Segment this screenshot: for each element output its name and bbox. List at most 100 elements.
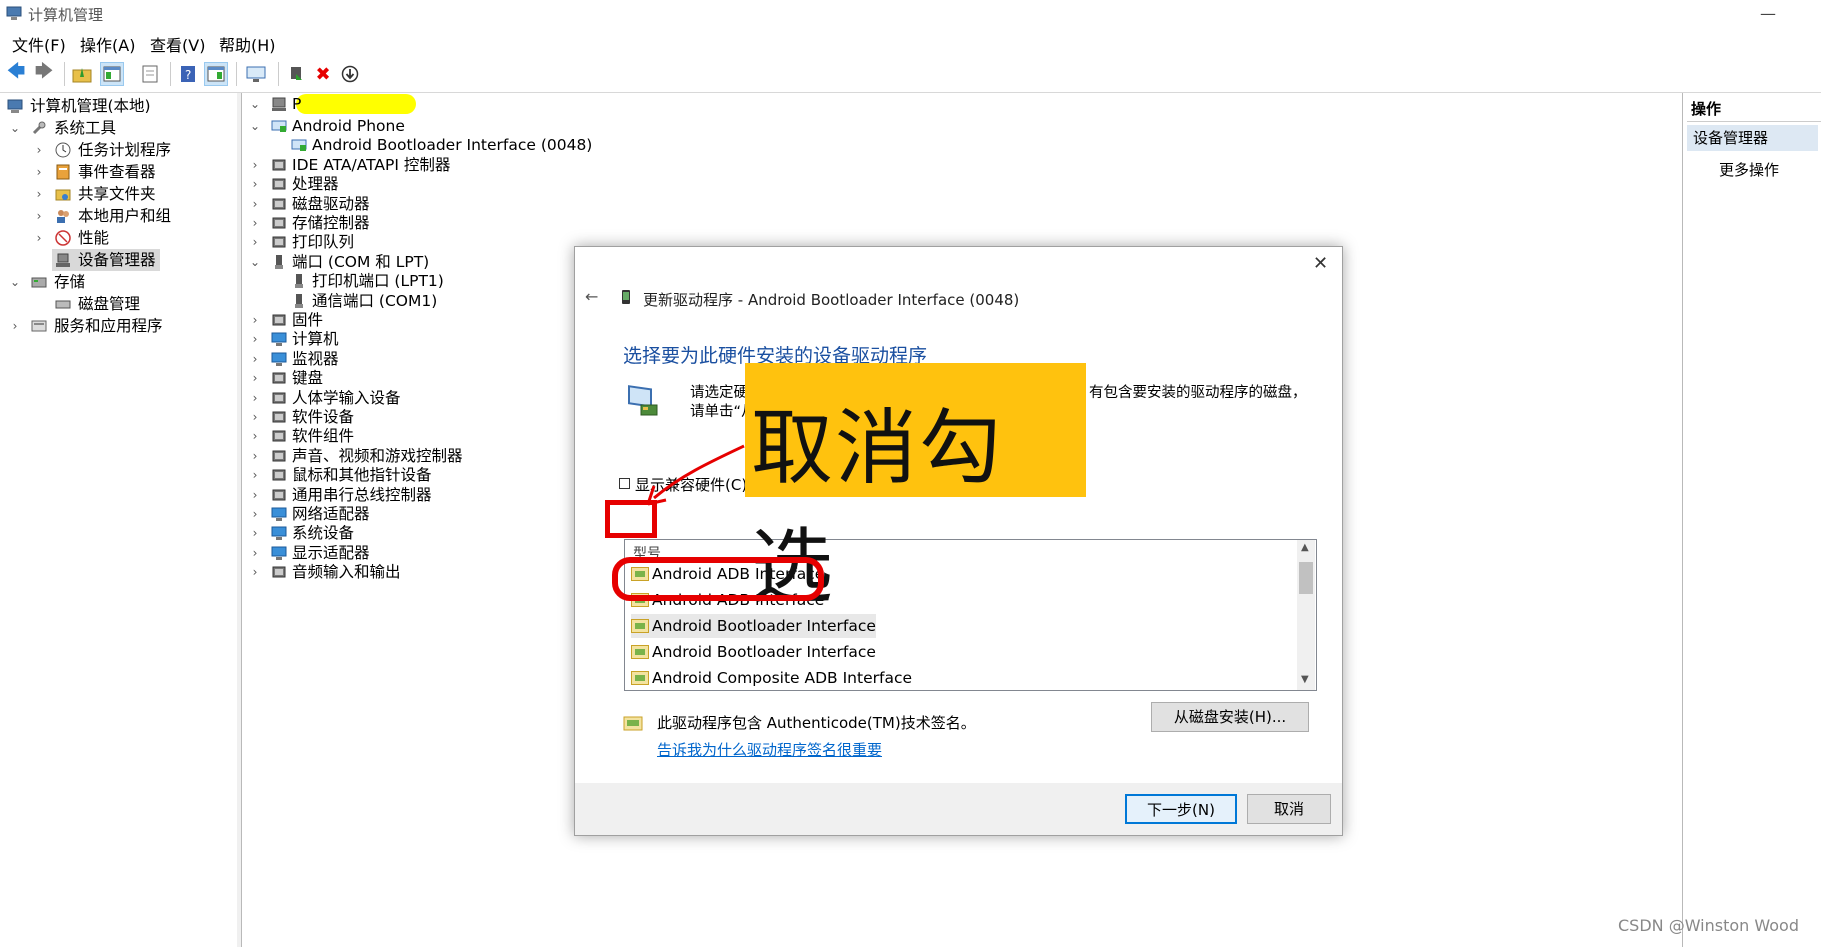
chevron-down-icon[interactable]: ⌄ [8,117,22,139]
tree-root[interactable]: 计算机管理(本地) [4,95,234,117]
driver-signing-link[interactable]: 告诉我为什么驱动程序签名很重要 [657,739,882,760]
more-actions-link[interactable]: 更多操作 [1719,159,1779,180]
chevron-right-icon[interactable]: › [248,561,262,583]
tree-system-tools[interactable]: ⌄ 系统工具 [4,117,234,139]
computer-management-icon [6,5,22,21]
chevron-right-icon[interactable]: › [32,205,46,227]
disk-icon [54,295,72,313]
tree-label: 性能 [78,229,110,247]
device-category-icon [270,408,288,426]
performance-icon [54,229,72,247]
computer-management-icon [6,97,24,115]
tree-device-manager[interactable]: 设备管理器 [52,249,160,271]
tree-label: 存储 [54,273,86,291]
cancel-button[interactable]: 取消 [1247,794,1331,824]
back-arrow-icon[interactable]: 🡄 [4,61,28,86]
annotation-checkbox-box [605,500,657,538]
tree-label: 系统工具 [54,119,117,137]
watermark: CSDN @Winston Wood [1618,916,1799,935]
tree-disk-management[interactable]: 磁盘管理 [4,293,234,315]
close-button[interactable]: ✕ [1313,253,1328,274]
scroll-thumb[interactable] [1299,562,1313,594]
svg-text:?: ? [185,68,191,82]
device-category-icon [270,214,288,232]
tools-icon [30,119,48,137]
actions-section-device-manager[interactable]: 设备管理器 [1687,125,1818,151]
instruction-line1: 请选定硬 [690,385,748,401]
download-circle-icon[interactable] [338,62,362,86]
clock-icon [54,141,72,159]
tree-label: 共享文件夹 [78,185,156,203]
menu-view[interactable]: 查看(V) [150,32,205,56]
device-category-icon [270,233,288,251]
device-category-icon [270,117,288,135]
device-category-icon [270,505,288,523]
toolbar-separator [278,62,279,86]
next-button[interactable]: 下一步(N) [1125,794,1237,824]
tree-performance[interactable]: › 性能 [4,227,234,249]
tree-label: 任务计划程序 [78,141,172,159]
shared-folder-icon [54,185,72,203]
have-disk-button[interactable]: 从磁盘安装(H)... [1151,702,1309,732]
back-button[interactable]: ← [585,287,598,306]
device-category-icon [290,292,308,310]
properties-icon[interactable] [138,62,162,86]
tree-task-scheduler[interactable]: › 任务计划程序 [4,139,234,161]
storage-icon [30,273,48,291]
chevron-right-icon[interactable]: › [32,139,46,161]
help-icon[interactable]: ? [176,62,200,86]
menu-action[interactable]: 操作(A) [80,32,135,56]
menu-bar: 文件(F) 操作(A) 查看(V) 帮助(H) [0,28,1821,56]
menu-file[interactable]: 文件(F) [12,32,66,56]
device-category-icon [270,389,288,407]
update-driver-icon[interactable] [284,62,308,86]
annotation-callout: 取消勾选 [745,363,1086,615]
scroll-up-icon[interactable]: ▲ [1301,542,1309,553]
tree-services-apps[interactable]: › 服务和应用程序 [4,315,234,337]
chevron-down-icon[interactable]: ⌄ [248,93,262,115]
device-category-icon [270,175,288,193]
event-log-icon [54,163,72,181]
chevron-right-icon[interactable]: › [32,161,46,183]
signed-driver-icon [623,715,643,737]
dialog-title: 更新驱动程序 - Android Bootloader Interface (0… [643,291,1020,309]
tree-label: 事件查看器 [78,163,156,181]
device-category-icon [270,524,288,542]
uninstall-x-icon[interactable]: ✖ [311,62,335,86]
menu-help[interactable]: 帮助(H) [219,32,276,56]
model-list-scrollbar[interactable]: ▲ ▼ [1297,540,1315,690]
tree-event-viewer[interactable]: › 事件查看器 [4,161,234,183]
scroll-down-icon[interactable]: ▼ [1301,674,1309,685]
tree-local-users[interactable]: › 本地用户和组 [4,205,234,227]
chevron-right-icon[interactable]: › [32,227,46,249]
tree-shared-folders[interactable]: › 共享文件夹 [4,183,234,205]
forward-arrow-icon[interactable]: 🡆 [32,61,56,86]
annotation-adb-oval [612,557,824,601]
toolbar: 🡄 🡆 ? ✖ [0,56,1821,93]
minimize-button[interactable]: — [1760,4,1776,23]
dialog-footer: 下一步(N) 取消 [575,783,1342,835]
show-compatible-checkbox[interactable] [619,478,630,489]
device-manager-icon [54,251,72,269]
show-action-pane-icon[interactable] [204,62,228,86]
tree-storage[interactable]: ⌄ 存储 [4,271,234,293]
device-tree-root[interactable]: ⌄ P [246,93,646,115]
device-tree-root-label: P [292,95,302,113]
toolbar-separator [236,62,237,86]
model-row[interactable]: Android Bootloader Interface [631,640,876,664]
tree-label: 磁盘管理 [78,295,141,313]
hardware-monitor-icon [627,383,661,423]
signed-text: 此驱动程序包含 Authenticode(TM)技术签名。 [657,714,976,732]
chevron-right-icon[interactable]: › [8,315,22,337]
up-folder-icon[interactable] [70,62,94,86]
chevron-down-icon[interactable]: ⌄ [8,271,22,293]
phone-icon [621,289,631,309]
toolbar-separator [170,62,171,86]
monitor-scan-icon[interactable] [244,62,268,86]
actions-pane: 操作 设备管理器 更多操作 [1682,93,1821,947]
model-row[interactable]: Android Composite ADB Interface [631,666,912,690]
chevron-right-icon[interactable]: › [32,183,46,205]
device-category-icon [270,544,288,562]
device-category-icon [270,311,288,329]
show-console-tree-icon[interactable] [100,62,124,86]
